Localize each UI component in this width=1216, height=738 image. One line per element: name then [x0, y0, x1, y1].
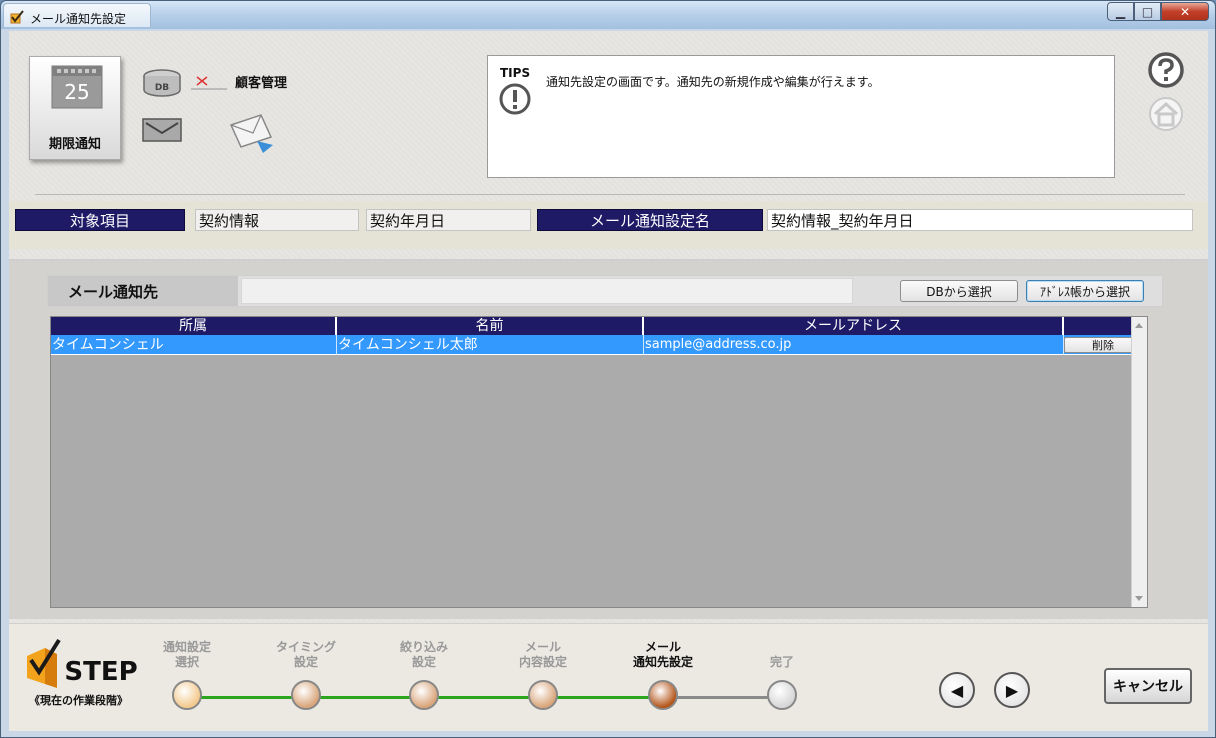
step-5-dot: [648, 680, 678, 710]
select-from-db-button[interactable]: DBから選択: [900, 280, 1018, 302]
cell-email[interactable]: sample@address.co.jp: [644, 335, 1064, 354]
info-band: 対象項目 契約情報 契約年月日 メール通知設定名 契約情報_契約年月日: [9, 201, 1208, 249]
window-title: メール通知先設定: [30, 12, 127, 26]
title-tab: メール通知先設定: [3, 3, 151, 27]
target-item-value-1: 契約情報: [195, 209, 359, 231]
database-icon[interactable]: DB: [142, 69, 182, 97]
window-controls: ▁ □ ✕: [1107, 2, 1209, 22]
step-footer: STEP 《現在の作業段階》 通知設定 選択 タイミング 設定 絞り込み 設定 …: [9, 623, 1208, 731]
tips-heading: TIPS: [500, 66, 531, 80]
setting-name-field[interactable]: 契約情報_契約年月日: [767, 209, 1193, 231]
destination-bar: メール通知先 DBから選択 ｱﾄﾞﾚｽ帳から選択: [47, 275, 1163, 307]
target-item-value-2: 契約年月日: [366, 209, 531, 231]
destination-input[interactable]: [241, 278, 853, 304]
step-5-label: メール 通知先設定: [632, 640, 693, 669]
column-header-affiliation[interactable]: 所属: [51, 317, 337, 335]
maximize-button[interactable]: □: [1134, 2, 1161, 21]
sq-server-logo: [191, 76, 227, 90]
cell-affiliation[interactable]: タイムコンシェル: [51, 335, 337, 354]
setting-name-label: メール通知設定名: [537, 209, 763, 231]
home-icon[interactable]: [1147, 95, 1185, 133]
send-mail-icon[interactable]: [227, 111, 277, 153]
step-3-label: 絞り込み 設定: [399, 640, 448, 669]
close-button[interactable]: ✕: [1161, 2, 1209, 21]
cell-name[interactable]: タイムコンシェル太郎: [337, 335, 644, 354]
step-4-label: メール 内容設定: [518, 640, 567, 669]
app-window: メール通知先設定 ▁ □ ✕ 25 期限通知 DB 顧客管理 TIPS 通知先設…: [0, 0, 1216, 738]
main-function-tile[interactable]: 25 期限通知: [29, 56, 121, 160]
column-header-email[interactable]: メールアドレス: [644, 317, 1064, 335]
minimize-button[interactable]: ▁: [1107, 2, 1134, 21]
cancel-button[interactable]: キャンセル: [1104, 668, 1192, 704]
app-check-icon: [10, 10, 24, 24]
prev-step-button[interactable]: ◀: [939, 672, 975, 708]
header-divider: [35, 194, 1185, 195]
help-icon[interactable]: [1147, 51, 1185, 89]
table-row[interactable]: タイムコンシェル タイムコンシェル太郎 sample@address.co.jp…: [51, 335, 1143, 355]
step-logo: STEP: [27, 638, 138, 688]
step-3-dot: [409, 680, 439, 710]
destination-panel: メール通知先 DBから選択 ｱﾄﾞﾚｽ帳から選択 所属 名前 メールアドレス タ…: [9, 261, 1208, 619]
calendar-icon: 25: [51, 65, 103, 109]
step-1: 通知設定 選択: [127, 634, 247, 710]
scroll-up-icon[interactable]: [1135, 323, 1143, 328]
step-2-label: タイミング 設定: [275, 640, 336, 669]
step-6-dot: [767, 680, 797, 710]
step-3: 絞り込み 設定: [364, 634, 484, 710]
step-2-dot: [291, 680, 321, 710]
column-header-name[interactable]: 名前: [337, 317, 644, 335]
next-step-button[interactable]: ▶: [994, 672, 1030, 708]
step-4: メール 内容設定: [483, 634, 603, 710]
destination-label: メール通知先: [48, 276, 238, 306]
scroll-down-icon[interactable]: [1135, 596, 1143, 601]
step-subtitle: 《現在の作業段階》: [29, 694, 128, 707]
vertical-scrollbar[interactable]: [1131, 317, 1147, 607]
tips-panel: TIPS 通知先設定の画面です。通知先の新規作成や編集が行えます。: [487, 55, 1115, 178]
customer-management-label: 顧客管理: [235, 76, 288, 91]
progress-line-todo: [664, 696, 782, 699]
step-6-label: 完了: [769, 655, 794, 669]
title-bar: メール通知先設定 ▁ □ ✕: [1, 1, 1215, 29]
next-arrow-icon: ▶: [1005, 680, 1019, 700]
main-function-label: 期限通知: [48, 137, 101, 152]
svg-text:25: 25: [64, 80, 89, 104]
step-1-dot: [172, 680, 202, 710]
exclamation-icon: [499, 83, 531, 115]
step-6: 完了: [722, 634, 842, 710]
step-5: メール 通知先設定: [603, 634, 723, 710]
mail-icon[interactable]: [142, 117, 182, 143]
target-item-label: 対象項目: [15, 209, 185, 231]
select-from-addressbook-button[interactable]: ｱﾄﾞﾚｽ帳から選択: [1026, 280, 1144, 302]
svg-text:DB: DB: [155, 83, 169, 93]
step-1-label: 通知設定 選択: [162, 640, 211, 669]
step-2: タイミング 設定: [246, 634, 366, 710]
grid-header: 所属 名前 メールアドレス: [51, 317, 1143, 335]
step-4-dot: [528, 680, 558, 710]
destination-grid: 所属 名前 メールアドレス タイムコンシェル タイムコンシェル太郎 sample…: [50, 316, 1148, 608]
tips-text: 通知先設定の画面です。通知先の新規作成や編集が行えます。: [546, 75, 880, 89]
prev-arrow-icon: ◀: [950, 680, 964, 700]
client-area: 25 期限通知 DB 顧客管理 TIPS 通知先設定の画面です。通知先の新規作成…: [9, 31, 1208, 731]
